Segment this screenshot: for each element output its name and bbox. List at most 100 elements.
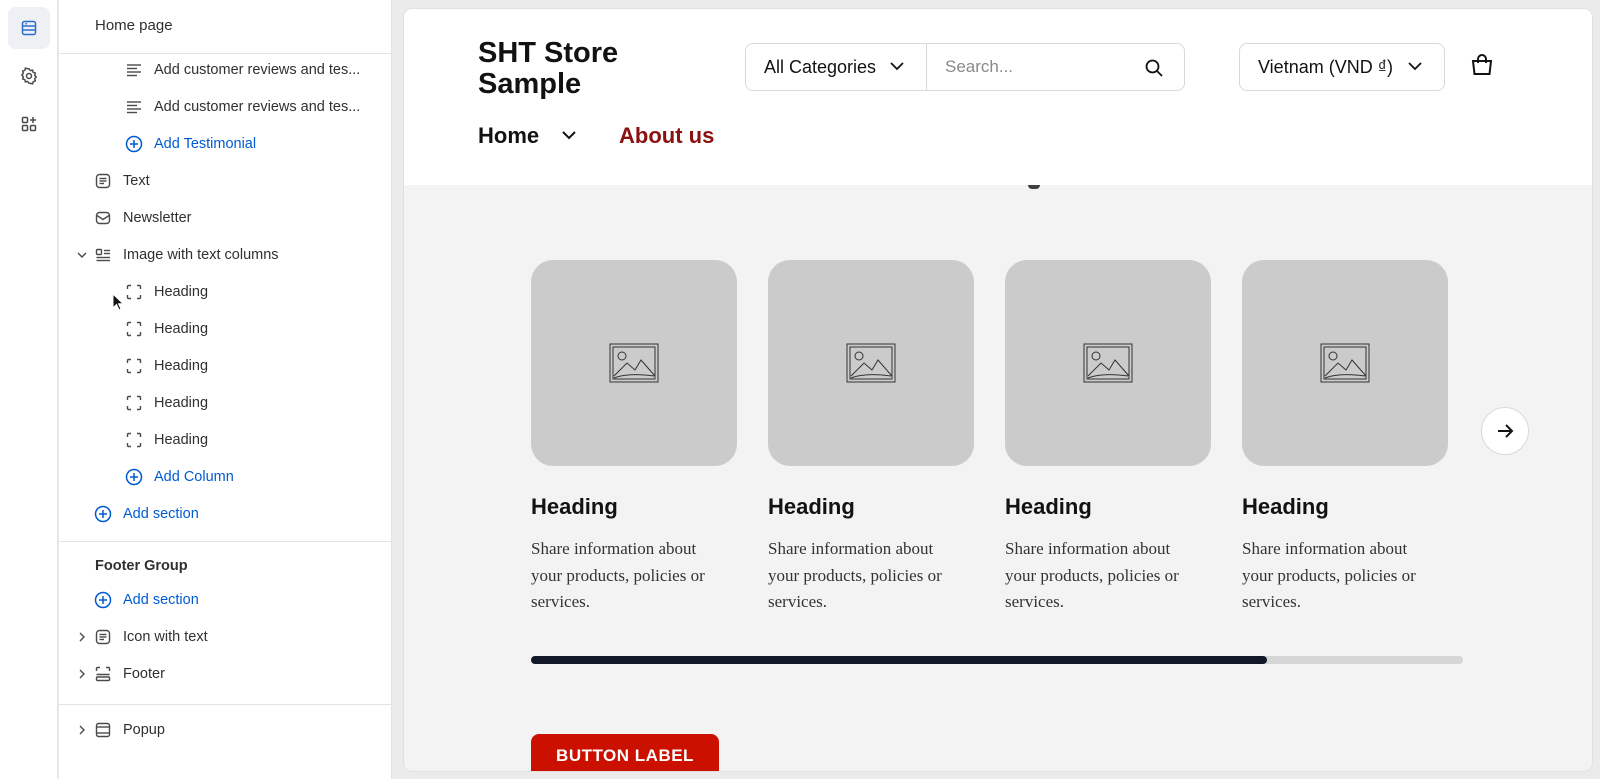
sidebar-item-label: Image with text columns: [123, 246, 279, 263]
slider-scrollbar[interactable]: [531, 656, 1463, 664]
sidebar-item-label: Add section: [123, 591, 199, 608]
sidebar-item-label: Footer: [123, 665, 165, 682]
add-section-button[interactable]: Add section: [59, 495, 391, 532]
sidebar-item-label: Heading: [154, 394, 209, 411]
sidebar-item-label: Add customer reviews and tes...: [154, 61, 361, 78]
cart-icon[interactable]: [1470, 53, 1494, 82]
envelope-icon: [94, 209, 112, 227]
sidebar-item-label: Heading: [154, 431, 209, 448]
sections-icon[interactable]: [8, 7, 50, 49]
add-column-button[interactable]: Add Column: [59, 458, 391, 495]
sidebar-item-popup[interactable]: Popup: [59, 711, 391, 748]
sidebar-item-testimonial-1[interactable]: Add customer reviews and tes...: [59, 51, 391, 88]
plus-circle-icon: [125, 468, 143, 486]
sidebar-item-footer[interactable]: Footer: [59, 655, 391, 692]
image-placeholder[interactable]: [768, 260, 974, 466]
frame-icon: [125, 357, 143, 375]
sidebar-item-label: Add customer reviews and tes...: [154, 98, 361, 115]
chevron-right-icon[interactable]: [76, 668, 88, 680]
sidebar-item-heading[interactable]: Heading: [59, 421, 391, 458]
text-column: Heading Share information about your pro…: [531, 260, 737, 616]
sidebar-item-label: Popup: [123, 721, 165, 738]
column-text: Share information about your products, p…: [1005, 539, 1179, 611]
frame-icon: [125, 320, 143, 338]
store-logo[interactable]: SHT Store Sample: [478, 38, 668, 100]
sidebar-item-label: Heading: [154, 320, 209, 337]
icon-rail: [0, 0, 58, 779]
image-placeholder[interactable]: [531, 260, 737, 466]
frame-icon: [125, 283, 143, 301]
column-heading: Heading: [768, 494, 855, 519]
column-heading: Heading: [531, 494, 618, 519]
slider-scrollbar-thumb[interactable]: [531, 656, 1268, 664]
text-lines-icon: [125, 61, 143, 79]
sidebar-item-testimonial-2[interactable]: Add customer reviews and tes...: [59, 88, 391, 125]
image-placeholder[interactable]: [1242, 260, 1448, 466]
cta-button[interactable]: BUTTON LABEL: [531, 734, 719, 771]
sidebar-item-label: Icon with text: [123, 628, 208, 645]
mouse-cursor-icon: [112, 292, 125, 316]
plus-circle-icon: [125, 135, 143, 153]
chevron-right-icon[interactable]: [76, 724, 88, 736]
column-text: Share information about your products, p…: [768, 539, 942, 611]
partial-section-title: [1028, 185, 1040, 189]
sidebar-item-label: Add Column: [154, 468, 234, 485]
column-text: Share information about your products, p…: [1242, 539, 1416, 611]
sidebar-item-heading[interactable]: Heading: [59, 384, 391, 421]
sidebar-item-label: Add Testimonial: [154, 135, 257, 152]
footer-add-section-button[interactable]: Add section: [59, 581, 391, 618]
column-text: Share information about your products, p…: [531, 539, 705, 611]
sections-sidebar: Home page Add customer reviews and tes..…: [59, 0, 392, 779]
frame-icon: [125, 431, 143, 449]
apps-icon[interactable]: [8, 103, 50, 145]
chevron-down-icon[interactable]: [76, 249, 88, 261]
slider-next-button[interactable]: [1481, 407, 1529, 455]
column-heading: Heading: [1005, 494, 1092, 519]
chevron-down-icon: [1408, 62, 1422, 71]
sidebar-item-newsletter[interactable]: Newsletter: [59, 199, 391, 236]
theme-preview: SHT Store Sample All Categories Vietnam …: [404, 9, 1592, 771]
sidebar-item-label: Add section: [123, 505, 199, 522]
nav-home[interactable]: Home: [478, 123, 539, 149]
sidebar-item-image-with-text-columns[interactable]: Image with text columns: [59, 236, 391, 273]
country-selector-value: Vietnam (VND ₫): [1258, 56, 1393, 77]
frame-icon: [125, 394, 143, 412]
country-selector[interactable]: Vietnam (VND ₫): [1239, 43, 1445, 91]
sidebar-item-heading[interactable]: Heading: [59, 347, 391, 384]
search-icon[interactable]: [1144, 58, 1164, 83]
sidebar-item-text[interactable]: Text: [59, 162, 391, 199]
sidebar-title: Home page: [95, 17, 173, 34]
text-column: Heading Share information about your pro…: [1242, 260, 1448, 616]
plus-circle-icon: [94, 505, 112, 523]
arrow-right-icon: [1498, 424, 1514, 438]
footer-icon: [94, 665, 112, 683]
category-select-value: All Categories: [764, 56, 877, 77]
text-block-icon: [94, 628, 112, 646]
divider: [59, 541, 391, 542]
chevron-down-icon[interactable]: [561, 129, 577, 141]
plus-circle-icon: [94, 591, 112, 609]
divider: [59, 704, 391, 705]
chevron-down-icon: [890, 62, 904, 71]
sidebar-item-label: Text: [123, 172, 150, 189]
popup-icon: [94, 721, 112, 739]
category-select[interactable]: All Categories: [745, 43, 927, 91]
add-testimonial-button[interactable]: Add Testimonial: [59, 125, 391, 162]
sidebar-item-label: Heading: [154, 357, 209, 374]
sidebar-item-icon-with-text[interactable]: Icon with text: [59, 618, 391, 655]
search-box: [927, 43, 1185, 91]
text-column: Heading Share information about your pro…: [1005, 260, 1211, 616]
column-heading: Heading: [1242, 494, 1329, 519]
nav-about-us[interactable]: About us: [619, 123, 714, 149]
sidebar-item-label: Heading: [154, 283, 209, 300]
image-placeholder[interactable]: [1005, 260, 1211, 466]
text-lines-icon: [125, 98, 143, 116]
chevron-right-icon[interactable]: [76, 631, 88, 643]
text-block-icon: [94, 172, 112, 190]
sidebar-item-heading[interactable]: Heading: [59, 273, 391, 310]
sidebar-item-label: Newsletter: [123, 209, 192, 226]
columns-icon: [94, 246, 112, 264]
sidebar-item-heading[interactable]: Heading: [59, 310, 391, 347]
settings-icon[interactable]: [8, 55, 50, 97]
search-input[interactable]: [945, 57, 1125, 77]
